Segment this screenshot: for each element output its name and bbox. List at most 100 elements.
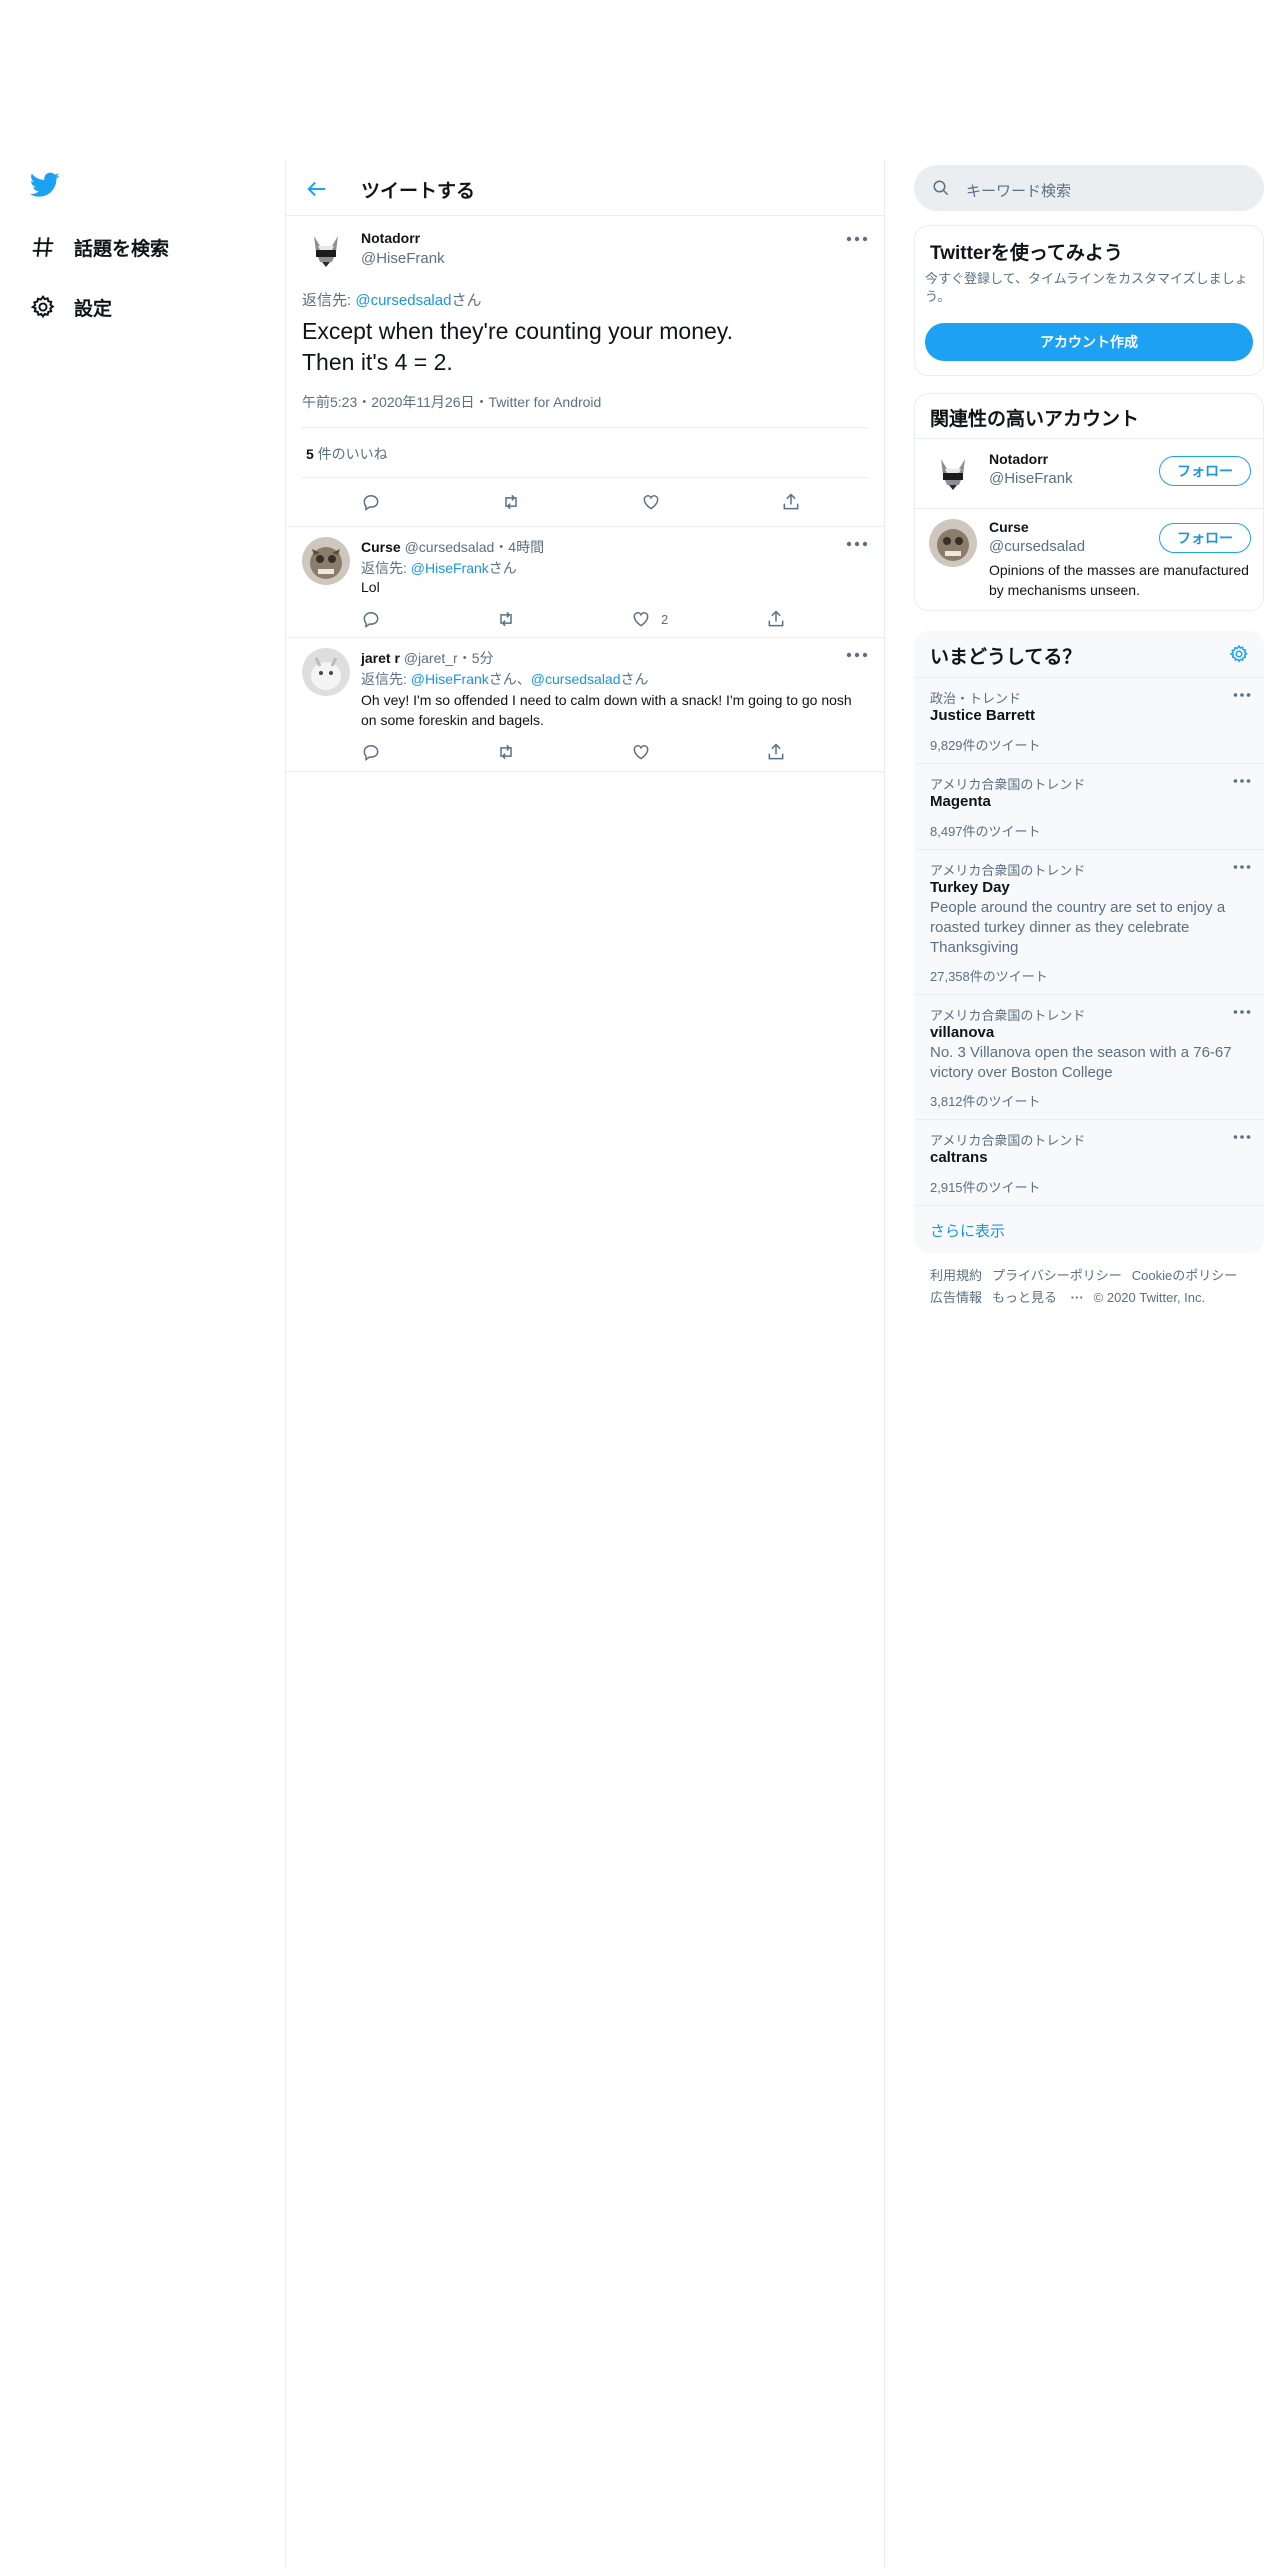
gear-icon[interactable] (1229, 644, 1249, 664)
back-arrow-icon[interactable] (306, 178, 328, 200)
account-row[interactable]: Notadorr @HiseFrank フォロー (915, 438, 1263, 508)
show-more-row[interactable]: さらに表示 (915, 1205, 1265, 1254)
trend-item[interactable]: アメリカ合衆国のトレンド villanova No. 3 Villanova o… (915, 994, 1265, 1119)
footer-ads-link[interactable]: 広告情報 (930, 1290, 982, 1305)
trend-context: アメリカ合衆国のトレンド (930, 863, 1086, 878)
reply-suffix: さん (451, 292, 482, 309)
author-handle-time[interactable]: @cursedsalad・4時間 (405, 539, 545, 555)
retweet-icon (496, 742, 516, 762)
reply-tweet[interactable]: Curse @cursedsalad・4時間 返信先: @HiseFrankさん… (286, 526, 884, 638)
reply-text: Oh vey! I'm so offended I need to calm d… (361, 692, 852, 728)
more-icon[interactable] (846, 652, 868, 662)
like-button[interactable] (641, 492, 661, 512)
reply-button[interactable] (361, 492, 381, 512)
signup-subtitle: 今すぐ登録して、タイムラインをカスタマイズしましょう。 (925, 271, 1248, 304)
related-title: 関連性の高いアカウント (930, 409, 1140, 430)
footer-cookies-link[interactable]: Cookieのポリシー (1132, 1268, 1237, 1283)
nav-explore[interactable]: 話題を検索 (30, 227, 169, 267)
heart-icon (631, 742, 651, 762)
search-placeholder: キーワード検索 (966, 183, 1072, 200)
divider (302, 477, 868, 478)
avatar[interactable] (302, 537, 350, 585)
more-icon[interactable] (1233, 1134, 1251, 1142)
tweet-timestamp[interactable]: 午前5:23・2020年11月26日・Twitter for Android (302, 392, 601, 412)
like-button[interactable] (631, 742, 651, 762)
more-icon[interactable] (1233, 778, 1251, 786)
share-icon (781, 492, 801, 512)
likes-summary[interactable]: 5 件のいいね (306, 444, 388, 464)
more-icon[interactable] (846, 236, 868, 246)
reply-context: 返信先: @HiseFrankさん、@cursedsaladさん (361, 669, 649, 689)
nav-explore-label: 話題を検索 (74, 238, 170, 260)
reply-tweet[interactable]: jaret r @jaret_r・5分 返信先: @HiseFrankさん、@c… (286, 638, 884, 772)
retweet-button[interactable] (501, 492, 521, 512)
trend-item[interactable]: アメリカ合衆国のトレンド Magenta 8,497件のツイート (915, 763, 1265, 849)
reply-to-link[interactable]: @cursedsalad (355, 292, 451, 309)
search-box[interactable]: キーワード検索 (914, 165, 1264, 211)
like-button[interactable]: 2 (631, 609, 668, 629)
account-handle[interactable]: @cursedsalad (989, 538, 1085, 555)
reply-button[interactable] (361, 609, 381, 629)
share-button[interactable] (766, 742, 786, 762)
footer-copyright: © 2020 Twitter, Inc. (1093, 1290, 1206, 1305)
footer-privacy-link[interactable]: プライバシーポリシー (992, 1268, 1122, 1283)
more-icon[interactable] (1233, 692, 1251, 700)
account-name[interactable]: Notadorr (989, 451, 1048, 467)
reply-button[interactable] (361, 742, 381, 762)
avatar[interactable] (302, 226, 350, 274)
page-title: ツイートする (361, 181, 476, 202)
trend-item[interactable]: アメリカ合衆国のトレンド Turkey Day People around th… (915, 849, 1265, 994)
reply-to-link[interactable]: @HiseFrank (411, 671, 489, 687)
account-bio: Opinions of the masses are manufactured … (989, 562, 1249, 598)
retweet-icon (496, 609, 516, 629)
footer-terms-link[interactable]: 利用規約 (930, 1268, 982, 1283)
more-icon[interactable] (1233, 864, 1251, 872)
author-name[interactable]: Notadorr (361, 230, 420, 246)
avatar[interactable] (929, 519, 977, 567)
trends-title: いまどうしてる？ (930, 647, 1082, 668)
signup-card: Twitterを使ってみよう 今すぐ登録して、タイムラインをカスタマイズしましょ… (914, 225, 1264, 376)
signup-title: Twitterを使ってみよう (930, 243, 1123, 264)
trend-item[interactable]: アメリカ合衆国のトレンド caltrans 2,915件のツイート (915, 1119, 1265, 1205)
footer-more-link[interactable]: もっと見る ··· (992, 1290, 1084, 1305)
share-icon (766, 742, 786, 762)
retweet-button[interactable] (496, 742, 516, 762)
account-row[interactable]: Curse @cursedsalad Opinions of the masse… (915, 508, 1263, 610)
follow-button[interactable]: フォロー (1159, 456, 1251, 486)
author-handle-time[interactable]: @jaret_r・5分 (404, 650, 494, 666)
reply-to-link[interactable]: @HiseFrank (411, 560, 489, 576)
reply-context: 返信先: @cursedsaladさん (302, 289, 481, 310)
divider (302, 427, 868, 428)
more-icon[interactable] (1233, 1009, 1251, 1017)
reply-to-link[interactable]: @cursedsalad (531, 671, 621, 687)
retweet-icon (501, 492, 521, 512)
trend-item[interactable]: 政治・トレンド Justice Barrett 9,829件のツイート (915, 677, 1265, 763)
author-name[interactable]: jaret r (361, 650, 400, 666)
header: ツイートする (286, 160, 884, 216)
tweet-text-line2: Then it's 4 = 2. (302, 349, 453, 375)
author-handle[interactable]: @HiseFrank (361, 250, 445, 267)
avatar[interactable] (302, 648, 350, 696)
retweet-button[interactable] (496, 609, 516, 629)
trend-count: 27,358件のツイート (930, 969, 1048, 984)
twitter-bird-icon[interactable] (30, 172, 60, 198)
follow-button[interactable]: フォロー (1159, 523, 1251, 553)
more-icon[interactable] (846, 541, 868, 551)
reply-text: Lol (361, 579, 380, 595)
nav-settings[interactable]: 設定 (30, 287, 112, 327)
author-name[interactable]: Curse (361, 539, 401, 555)
trend-count: 9,829件のツイート (930, 738, 1041, 753)
avatar[interactable] (929, 449, 977, 497)
reply-context: 返信先: @HiseFrankさん (361, 558, 517, 578)
show-more-link[interactable]: さらに表示 (930, 1220, 1005, 1241)
share-button[interactable] (781, 492, 801, 512)
trends-card: いまどうしてる？ 政治・トレンド Justice Barrett 9,829件の… (914, 631, 1265, 1254)
create-account-button[interactable]: アカウント作成 (925, 323, 1253, 361)
account-handle[interactable]: @HiseFrank (989, 470, 1073, 487)
reply-suffix: さん (620, 671, 649, 687)
footer: 利用規約 プライバシーポリシー Cookieのポリシー 広告情報 もっと見る ··· ©… (930, 1265, 1260, 1309)
account-name[interactable]: Curse (989, 519, 1029, 535)
share-icon (766, 609, 786, 629)
share-button[interactable] (766, 609, 786, 629)
reply-mid: さん、 (488, 671, 531, 687)
